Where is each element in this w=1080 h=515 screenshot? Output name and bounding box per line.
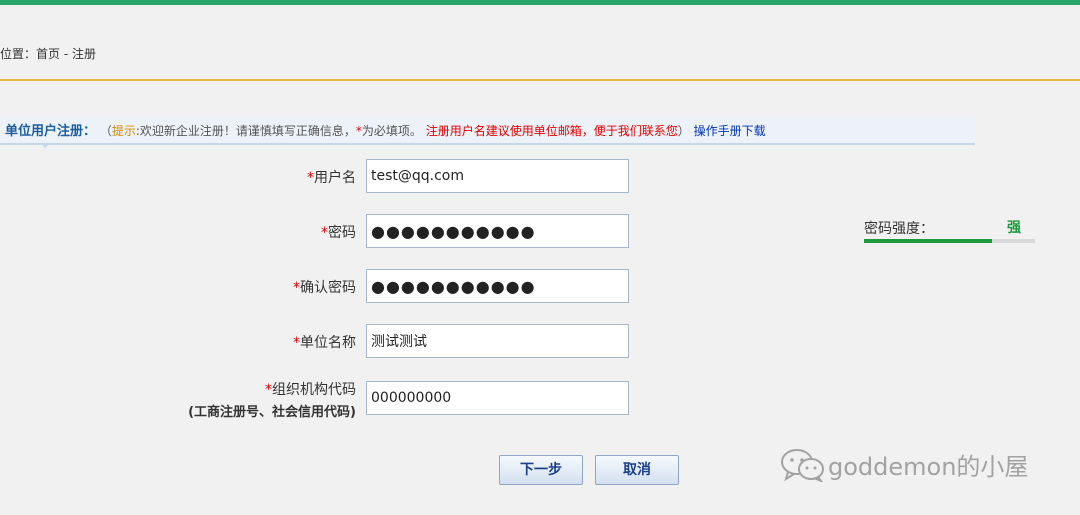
password-input[interactable]	[366, 214, 629, 248]
confirm-password-input[interactable]	[366, 269, 629, 303]
breadcrumb: 位置：首页 - 注册	[0, 45, 96, 62]
hint-paren-open: （	[99, 124, 112, 138]
breadcrumb-home-link[interactable]: 首页	[36, 47, 60, 61]
strength-value: 强	[1007, 220, 1021, 236]
watermark: goddemon的小屋	[780, 447, 1029, 483]
username-input[interactable]	[366, 159, 629, 193]
hint-paren-close: ）	[677, 124, 690, 138]
org-name-label: *单位名称	[293, 332, 356, 352]
breadcrumb-current: 注册	[72, 47, 97, 61]
password-strength-meter: 密码强度： 强	[864, 218, 1035, 243]
password-label: *密码	[321, 222, 356, 242]
required-mark: *	[293, 335, 300, 351]
username-label: *用户名	[307, 167, 356, 187]
strength-track	[864, 239, 1035, 243]
manual-download-link[interactable]: 操作手册下载	[694, 124, 766, 138]
breadcrumb-separator: -	[60, 47, 72, 61]
required-mark: *	[265, 382, 272, 398]
next-step-button[interactable]: 下一步	[499, 455, 583, 485]
required-mark: *	[321, 225, 328, 241]
org-code-label: *组织机构代码 (工商注册号、社会信用代码)	[188, 379, 356, 420]
watermark-text: goddemon的小屋	[828, 453, 1029, 481]
hint-required-text: 为必填项。	[361, 124, 422, 138]
password-label-text: 密码	[328, 225, 356, 241]
org-code-label-text: 组织机构代码	[272, 382, 356, 398]
org-name-label-text: 单位名称	[300, 335, 356, 351]
required-mark: *	[307, 170, 314, 186]
cancel-button[interactable]: 取消	[595, 455, 679, 485]
confirm-password-label-text: 确认密码	[300, 280, 356, 296]
top-accent-bar	[0, 0, 1080, 5]
org-code-input[interactable]	[366, 381, 629, 415]
section-title: 单位用户注册：	[5, 124, 97, 139]
org-code-sublabel: (工商注册号、社会信用代码)	[188, 405, 356, 420]
required-mark: *	[293, 280, 300, 296]
breadcrumb-prefix: 位置：	[0, 47, 37, 61]
confirm-password-label: *确认密码	[293, 277, 356, 297]
hint-text: :欢迎新企业注册！请谨慎填写正确信息，	[135, 124, 356, 138]
strength-label: 密码强度：	[864, 221, 934, 237]
section-header: 单位用户注册： （提示:欢迎新企业注册！请谨慎填写正确信息，*为必填项。 注册用…	[0, 116, 975, 145]
wechat-icon	[780, 448, 826, 483]
org-name-input[interactable]	[366, 324, 629, 358]
username-label-text: 用户名	[314, 170, 356, 186]
strength-fill	[864, 239, 993, 243]
email-suggestion-note: 注册用户名建议使用单位邮箱，便于我们联系您	[425, 124, 678, 138]
hint-word: 提示	[111, 124, 136, 138]
section-caret-icon	[40, 143, 50, 148]
header-divider	[0, 79, 1080, 81]
